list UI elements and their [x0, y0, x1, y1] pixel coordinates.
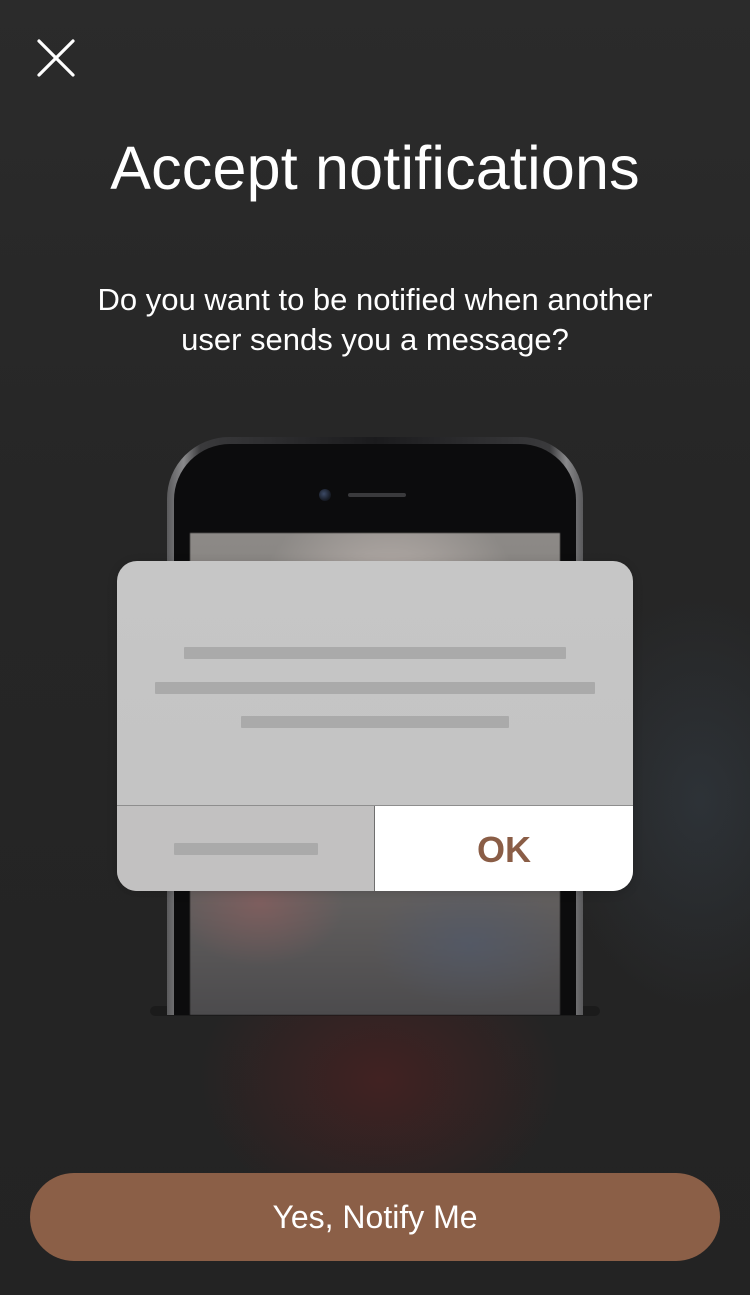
notification-permission-screen: Accept notifications Do you want to be n…	[0, 0, 750, 1295]
phone-speaker	[348, 493, 406, 497]
alert-cancel-button	[117, 806, 374, 891]
notification-description: Do you want to be notified when another …	[97, 282, 653, 357]
alert-body	[117, 561, 633, 805]
alert-ok-button: OK	[375, 806, 633, 891]
page-title: Accept notifications	[110, 134, 640, 202]
alert-text-placeholder	[184, 647, 566, 659]
close-icon	[37, 39, 75, 77]
alert-button-placeholder	[174, 843, 318, 855]
alert-text-placeholder	[155, 682, 595, 694]
alert-illustration: OK	[117, 561, 633, 891]
yes-notify-me-button[interactable]: Yes, Notify Me	[30, 1173, 720, 1261]
phone-camera	[319, 489, 331, 501]
close-button[interactable]	[30, 32, 82, 84]
alert-text-placeholder	[241, 716, 509, 728]
